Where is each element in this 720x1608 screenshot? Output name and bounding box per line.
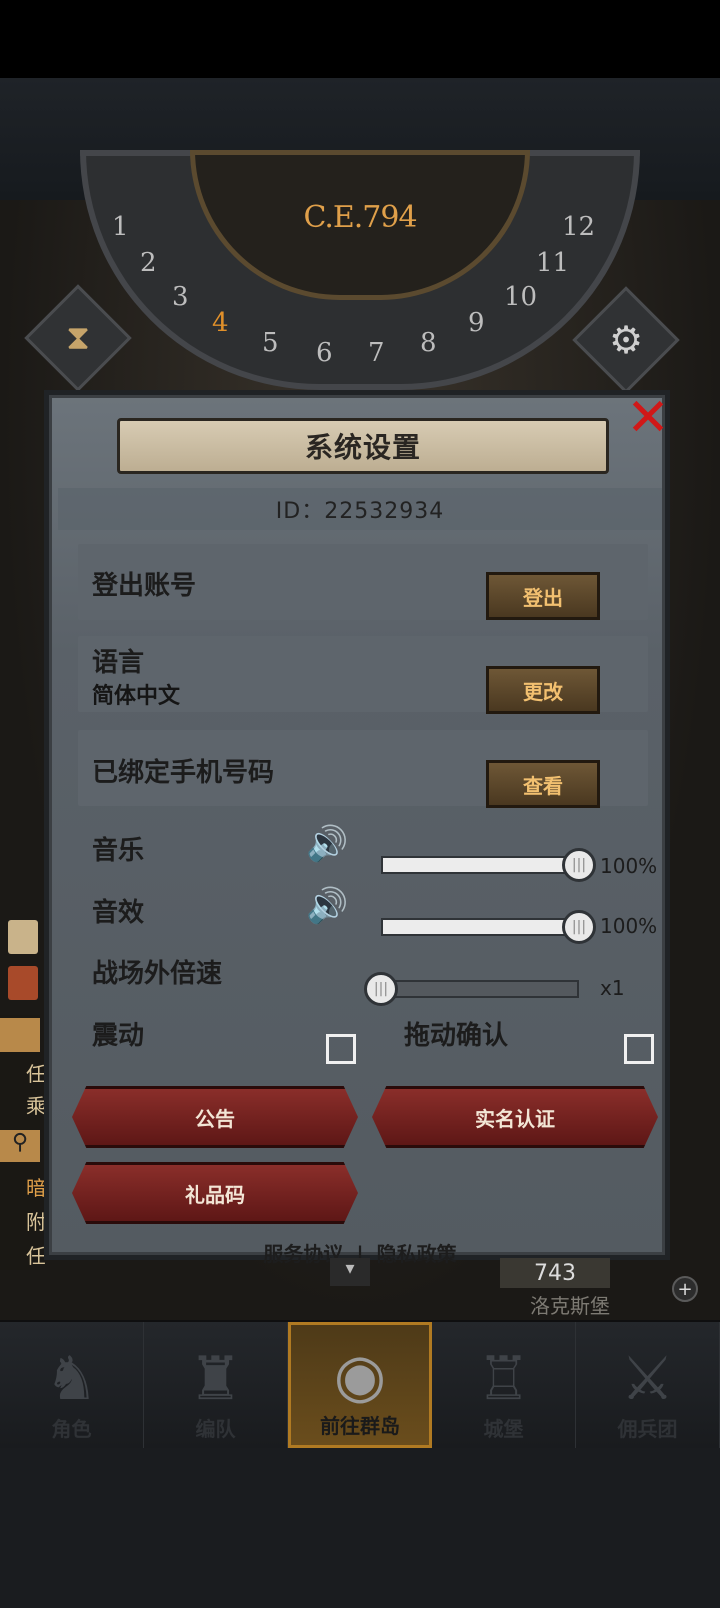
month-6: 6 bbox=[316, 338, 333, 368]
month-4: 4 bbox=[212, 308, 229, 338]
logout-button[interactable]: 登出 bbox=[486, 572, 600, 620]
speaker-icon[interactable]: 🔊 bbox=[306, 886, 348, 926]
logout-label: 登出账号 bbox=[92, 571, 197, 601]
month-2: 2 bbox=[140, 248, 157, 278]
change-language-button[interactable]: 更改 bbox=[486, 666, 600, 714]
resource-value: 743 bbox=[534, 1260, 576, 1286]
music-percent: 100% bbox=[600, 854, 658, 878]
dialog-title: 系统设置 bbox=[304, 431, 421, 464]
month-11: 11 bbox=[536, 248, 570, 278]
nav-item-castle[interactable]: ♖ 城堡 bbox=[432, 1322, 576, 1448]
side-text-5: 任 bbox=[26, 1244, 46, 1268]
nav-label: 角色 bbox=[51, 1417, 92, 1441]
nav-label: 编队 bbox=[195, 1417, 236, 1441]
side-text-1: 任 bbox=[26, 1062, 46, 1086]
crossed-swords-icon[interactable] bbox=[0, 1018, 40, 1052]
month-8: 8 bbox=[420, 328, 437, 358]
speed-label: 战场外倍速 bbox=[92, 959, 223, 989]
drag-confirm-checkbox[interactable] bbox=[624, 1034, 654, 1064]
nav-item-mercenary[interactable]: ⚔ 佣兵团 bbox=[576, 1322, 720, 1448]
speed-value: x1 bbox=[600, 976, 625, 1000]
month-10: 10 bbox=[504, 282, 538, 312]
user-id: ID：22532934 bbox=[275, 499, 445, 524]
month-1: 1 bbox=[112, 212, 129, 242]
user-id-band: ID：22532934 bbox=[58, 488, 662, 530]
giftcode-button[interactable]: 礼品码 bbox=[72, 1162, 358, 1224]
close-button[interactable]: ✕ bbox=[620, 392, 676, 444]
language-value: 简体中文 bbox=[92, 684, 181, 709]
nav-item-islands[interactable]: ◉ 前往群岛 bbox=[288, 1322, 432, 1448]
music-slider-track[interactable] bbox=[381, 856, 579, 874]
month-5: 5 bbox=[262, 328, 279, 358]
scroll-icon[interactable] bbox=[8, 920, 38, 954]
sfx-slider-track[interactable] bbox=[381, 918, 579, 936]
sfx-percent: 100% bbox=[600, 914, 658, 938]
drag-confirm-label: 拖动确认 bbox=[404, 1021, 509, 1051]
magnifier-icon[interactable]: ⚲ bbox=[0, 1130, 40, 1162]
nav-item-formation[interactable]: ♜ 编队 bbox=[144, 1322, 288, 1448]
notice-button[interactable]: 公告 bbox=[72, 1086, 358, 1148]
side-text-2: 乘 bbox=[26, 1094, 46, 1118]
bottom-area bbox=[0, 1448, 720, 1608]
plus-icon[interactable]: + bbox=[672, 1276, 698, 1302]
month-9: 9 bbox=[468, 308, 485, 338]
close-icon: ✕ bbox=[626, 388, 670, 448]
month-7: 7 bbox=[368, 338, 385, 368]
era-label: C.E.794 bbox=[303, 200, 417, 235]
vibration-label: 震动 bbox=[92, 1021, 145, 1051]
speed-slider-handle[interactable]: ||| bbox=[364, 972, 398, 1006]
knight-helmet-icon: ♞ bbox=[44, 1344, 99, 1414]
nav-item-character[interactable]: ♞ 角色 bbox=[0, 1322, 144, 1448]
hourglass-icon: ⧗ bbox=[66, 318, 90, 358]
castle-icon: ♖ bbox=[476, 1344, 531, 1414]
dialog-title-plate: 系统设置 bbox=[117, 418, 609, 474]
resource-counter: 743 bbox=[500, 1258, 610, 1288]
side-text-3: 暗 bbox=[26, 1176, 46, 1200]
month-3: 3 bbox=[172, 282, 189, 312]
vibration-checkbox[interactable] bbox=[326, 1034, 356, 1064]
nav-label: 前往群岛 bbox=[320, 1414, 400, 1438]
arrow-tab[interactable]: ▾ bbox=[330, 1258, 370, 1286]
letter-icon[interactable] bbox=[8, 966, 38, 1000]
privacy-policy-link[interactable]: 隐私政策 bbox=[377, 1242, 457, 1266]
gear-icon: ⚙ bbox=[608, 318, 644, 362]
armored-knight-icon: ♜ bbox=[188, 1344, 243, 1414]
nav-label: 城堡 bbox=[483, 1417, 524, 1441]
language-label: 语言 bbox=[92, 648, 145, 678]
status-bar-area bbox=[0, 0, 720, 78]
speaker-icon[interactable]: 🔊 bbox=[306, 824, 348, 864]
music-slider-handle[interactable]: ||| bbox=[562, 848, 596, 882]
world-map-icon: ◉ bbox=[333, 1341, 387, 1411]
view-phone-button[interactable]: 查看 bbox=[486, 760, 600, 808]
sfx-slider-handle[interactable]: ||| bbox=[562, 910, 596, 944]
phone-label: 已绑定手机号码 bbox=[92, 758, 275, 788]
mercenary-banner-icon: ⚔ bbox=[620, 1344, 675, 1414]
location-name: 洛克斯堡 bbox=[530, 1294, 610, 1318]
realname-button[interactable]: 实名认证 bbox=[372, 1086, 658, 1148]
nav-label: 佣兵团 bbox=[617, 1417, 678, 1441]
music-label: 音乐 bbox=[92, 836, 145, 866]
month-12: 12 bbox=[562, 212, 596, 242]
speed-slider-track[interactable] bbox=[381, 980, 579, 998]
side-text-4: 附 bbox=[26, 1210, 46, 1234]
sfx-label: 音效 bbox=[92, 898, 145, 928]
